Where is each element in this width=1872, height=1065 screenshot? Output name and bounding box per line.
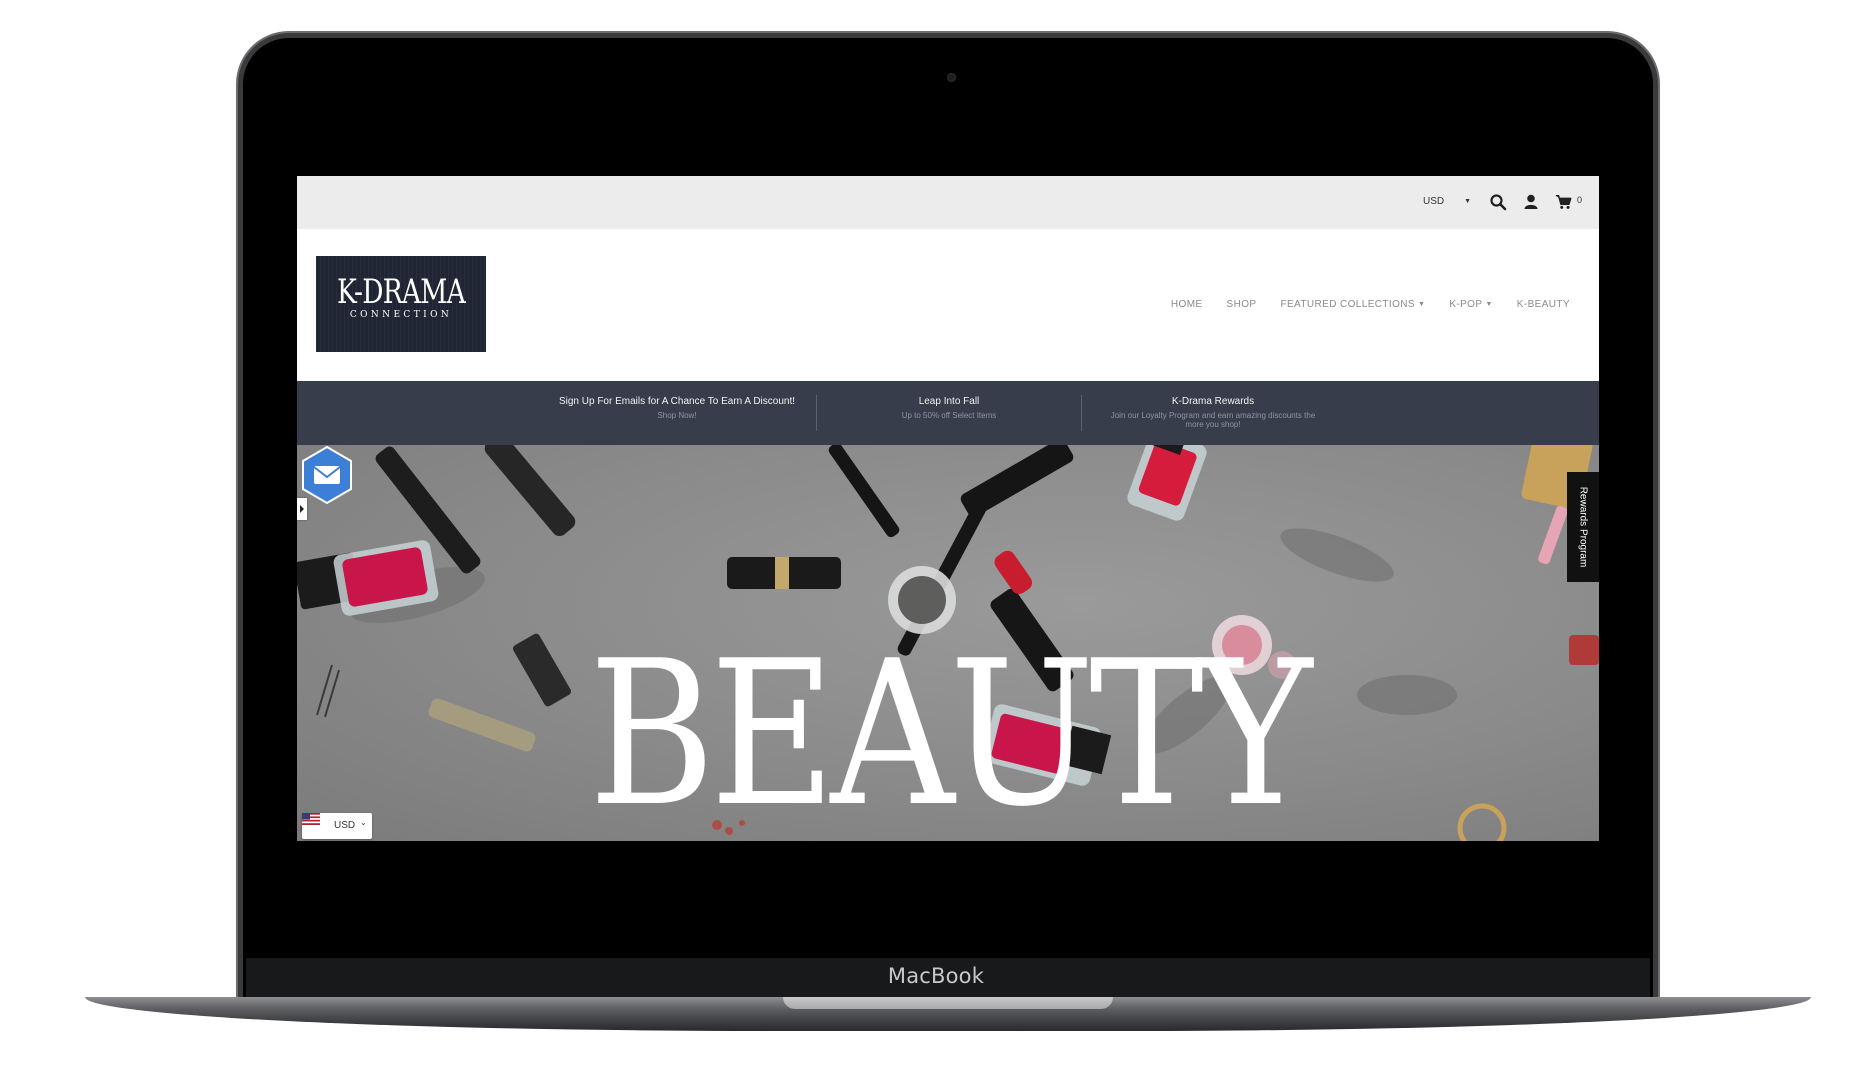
search-icon[interactable] [1489,193,1507,211]
promo-email-signup[interactable]: Sign Up For Emails for A Chance To Earn … [537,381,817,445]
caret-down-icon: ▼ [1464,198,1471,205]
promo-subtitle: Up to 50% off Select Items [901,411,997,420]
device-label: MacBook [887,964,985,988]
nav-home[interactable]: HOME [1171,299,1203,310]
envelope-icon [313,466,341,484]
promo-title: Leap Into Fall [918,396,980,407]
main-nav: HOME SHOP FEATURED COLLECTIONS ▼ K-POP ▼ K… [1171,299,1570,310]
utility-bar: USD ▼ 0 [297,176,1599,229]
promo-bar: Sign Up For Emails for A Chance To Earn … [297,381,1599,445]
logo-wordmark: K-DRAMA [336,272,466,312]
rewards-program-tab[interactable]: Rewards Program [1567,472,1599,582]
email-signup-button[interactable] [297,445,357,505]
lipstick-horizontal [727,557,841,589]
currency-switcher[interactable]: USD ⌄ [302,813,372,839]
currency-select-value: USD [1423,196,1445,207]
nav-k-pop-label: K-POP [1449,299,1483,310]
laptop-notch [783,997,1113,1009]
nav-k-beauty[interactable]: K-BEAUTY [1517,299,1570,310]
promo-title: Sign Up For Emails for A Chance To Earn … [558,396,796,407]
promo-leap-into-fall[interactable]: Leap Into Fall Up to 50% off Select Item… [817,381,1081,445]
promo-title: K-Drama Rewards [1171,396,1255,407]
us-flag-icon [302,813,320,825]
website-screen: USD ▼ 0 K-DRAMA CONNECTION HOME SHOP FEA… [297,176,1599,841]
hero-banner[interactable]: BEAUTY Rewards Program USD ⌄ [297,445,1599,841]
currency-select[interactable]: USD ▼ [1423,192,1471,212]
rewards-program-label: Rewards Program [1577,486,1589,568]
caret-down-icon: ▼ [1417,301,1426,308]
nav-featured-collections-label: FEATURED COLLECTIONS [1280,299,1415,310]
site-logo[interactable]: K-DRAMA CONNECTION [316,256,486,352]
promo-rewards[interactable]: K-Drama Rewards Join our Loyalty Program… [1081,381,1345,445]
nav-shop[interactable]: SHOP [1227,299,1257,310]
cart-count: 0 [1577,195,1583,205]
nav-featured-collections[interactable]: FEATURED COLLECTIONS ▼ [1280,299,1425,310]
caret-down-icon: ▼ [1485,301,1493,308]
chevron-down-icon: ⌄ [360,818,367,827]
nav-k-pop[interactable]: K-POP ▼ [1449,299,1492,310]
hero-title: BEAUTY [588,618,1313,841]
cart-icon[interactable] [1555,193,1573,211]
currency-switcher-label: USD [334,820,356,831]
webcam [947,73,956,82]
site-header: K-DRAMA CONNECTION HOME SHOP FEATURED CO… [297,229,1599,381]
promo-subtitle: Shop Now! [657,411,697,420]
promo-subtitle: Join our Loyalty Program and earn amazin… [1110,411,1316,429]
user-icon[interactable] [1522,193,1540,211]
